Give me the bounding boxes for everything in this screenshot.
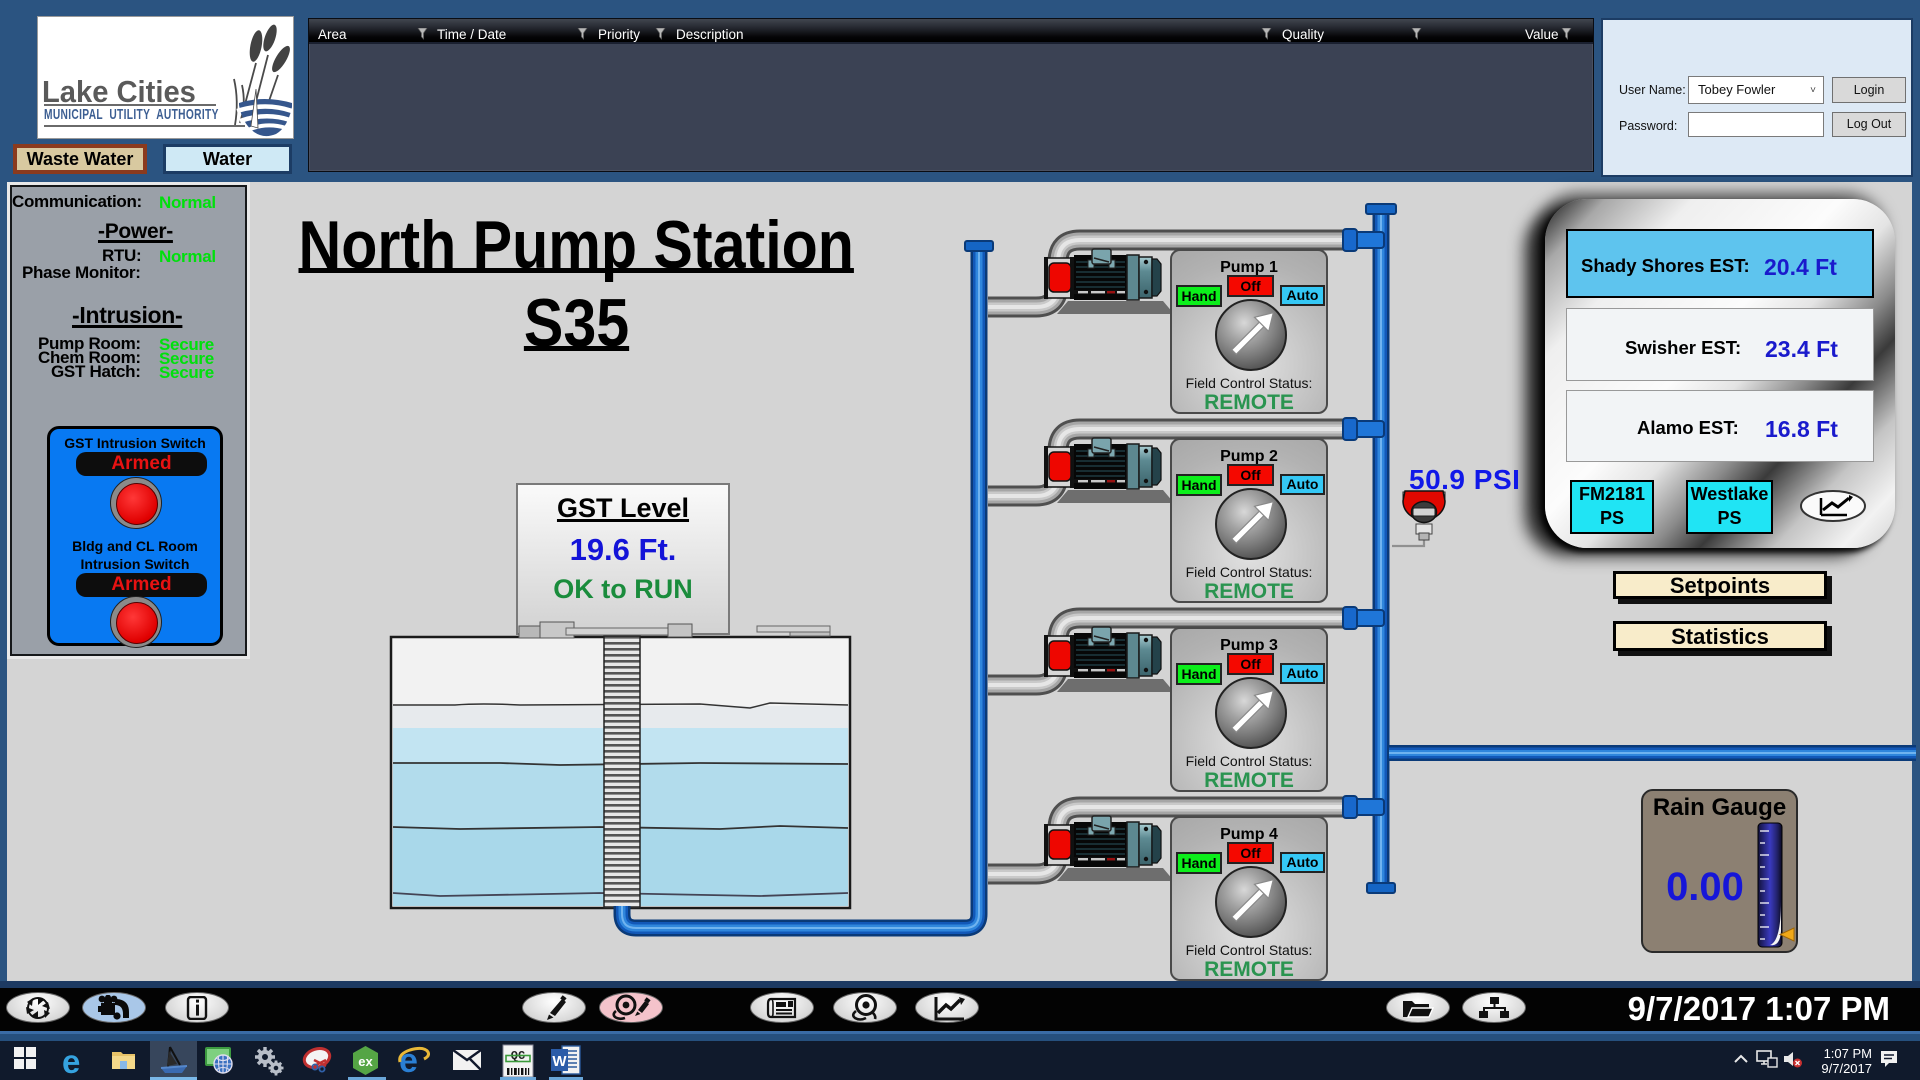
svg-text:ex: ex <box>358 1054 373 1069</box>
svg-text:W: W <box>552 1053 567 1070</box>
